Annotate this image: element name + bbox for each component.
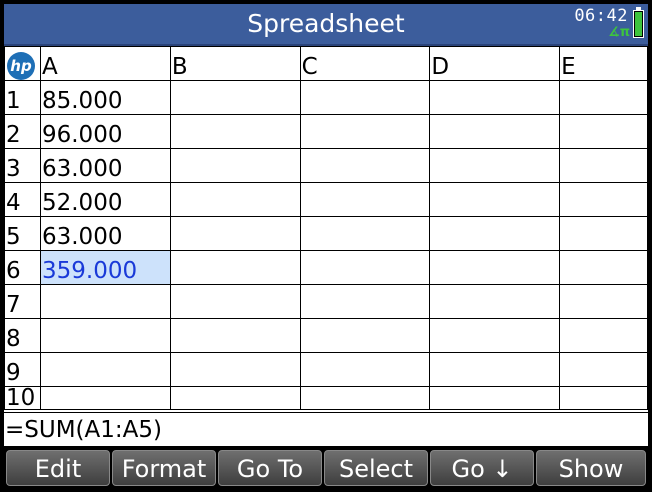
clock: 06:42 — [574, 6, 628, 26]
cell-b3[interactable] — [169, 148, 301, 183]
row-header[interactable]: 6 — [4, 250, 41, 285]
cell-e5[interactable] — [559, 216, 648, 251]
battery-icon — [633, 7, 644, 38]
row-header[interactable]: 1 — [4, 80, 41, 115]
cell-b7[interactable] — [169, 284, 301, 319]
cell-c10[interactable] — [299, 386, 431, 410]
format-softkey[interactable]: Format — [112, 450, 216, 486]
row-header[interactable]: 4 — [4, 182, 41, 217]
calculator-screen: Spreadsheet 06:42 ∡π hp A B C D E 1 85.00… — [4, 4, 648, 488]
row-header[interactable]: 2 — [4, 114, 41, 149]
cell-a10[interactable] — [39, 386, 171, 410]
cell-a2[interactable]: 96.000 — [39, 114, 171, 149]
cell-d6[interactable] — [429, 250, 561, 285]
cell-c5[interactable] — [299, 216, 431, 251]
cell-d4[interactable] — [429, 182, 561, 217]
column-header-a[interactable]: A — [39, 46, 171, 81]
cell-b10[interactable] — [169, 386, 301, 410]
cell-d3[interactable] — [429, 148, 561, 183]
cell-a7[interactable] — [39, 284, 171, 319]
cell-e8[interactable] — [559, 318, 648, 353]
cell-c6[interactable] — [299, 250, 431, 285]
cell-e6[interactable] — [559, 250, 648, 285]
cell-e4[interactable] — [559, 182, 648, 217]
cell-b5[interactable] — [169, 216, 301, 251]
cell-c9[interactable] — [299, 352, 431, 387]
cell-a6[interactable]: 359.000 — [39, 250, 171, 285]
row-header[interactable]: 3 — [4, 148, 41, 183]
cell-e10[interactable] — [559, 386, 648, 410]
cell-e3[interactable] — [559, 148, 648, 183]
cell-b1[interactable] — [169, 80, 301, 115]
row-header[interactable]: 10 — [4, 386, 41, 410]
column-header-c[interactable]: C — [299, 46, 431, 81]
column-header-d[interactable]: D — [429, 46, 561, 81]
row-header[interactable]: 5 — [4, 216, 41, 251]
cell-d8[interactable] — [429, 318, 561, 353]
go-to-softkey[interactable]: Go To — [218, 450, 322, 486]
go-down-softkey[interactable]: Go ↓ — [430, 450, 534, 486]
edit-softkey[interactable]: Edit — [6, 450, 110, 486]
row-header[interactable]: 8 — [4, 318, 41, 353]
cell-a9[interactable] — [39, 352, 171, 387]
cell-c1[interactable] — [299, 80, 431, 115]
cell-c2[interactable] — [299, 114, 431, 149]
cell-d7[interactable] — [429, 284, 561, 319]
title-bar: Spreadsheet 06:42 ∡π — [4, 4, 648, 46]
cell-e2[interactable] — [559, 114, 648, 149]
column-header-b[interactable]: B — [169, 46, 301, 81]
cell-b2[interactable] — [169, 114, 301, 149]
cell-b6[interactable] — [169, 250, 301, 285]
cell-c4[interactable] — [299, 182, 431, 217]
row-header[interactable]: 9 — [4, 352, 41, 387]
column-header-e[interactable]: E — [559, 46, 648, 81]
cell-d5[interactable] — [429, 216, 561, 251]
cell-b4[interactable] — [169, 182, 301, 217]
show-softkey[interactable]: Show — [536, 450, 646, 486]
cell-c3[interactable] — [299, 148, 431, 183]
select-softkey[interactable]: Select — [324, 450, 428, 486]
hp-logo-icon: hp — [7, 52, 35, 80]
app-title: Spreadsheet — [247, 9, 405, 38]
cell-a8[interactable] — [39, 318, 171, 353]
cell-b9[interactable] — [169, 352, 301, 387]
cell-e1[interactable] — [559, 80, 648, 115]
spreadsheet-grid: hp A B C D E 1 85.000 2 96.000 3 63.000 4 52.00… — [4, 46, 648, 410]
softkey-bar: Edit Format Go To Select Go ↓ Show — [4, 446, 648, 488]
cell-d2[interactable] — [429, 114, 561, 149]
angle-mode-indicator: ∡π — [608, 25, 630, 40]
cell-d10[interactable] — [429, 386, 561, 410]
cell-e7[interactable] — [559, 284, 648, 319]
cell-e9[interactable] — [559, 352, 648, 387]
corner-logo-cell[interactable]: hp — [4, 46, 41, 81]
cell-a3[interactable]: 63.000 — [39, 148, 171, 183]
cell-d1[interactable] — [429, 80, 561, 115]
cell-d9[interactable] — [429, 352, 561, 387]
cell-c7[interactable] — [299, 284, 431, 319]
cell-a4[interactable]: 52.000 — [39, 182, 171, 217]
cell-b8[interactable] — [169, 318, 301, 353]
row-header[interactable]: 7 — [4, 284, 41, 319]
cell-a5[interactable]: 63.000 — [39, 216, 171, 251]
entry-line[interactable]: =SUM(A1:A5) — [4, 412, 648, 447]
cell-a1[interactable]: 85.000 — [39, 80, 171, 115]
cell-c8[interactable] — [299, 318, 431, 353]
